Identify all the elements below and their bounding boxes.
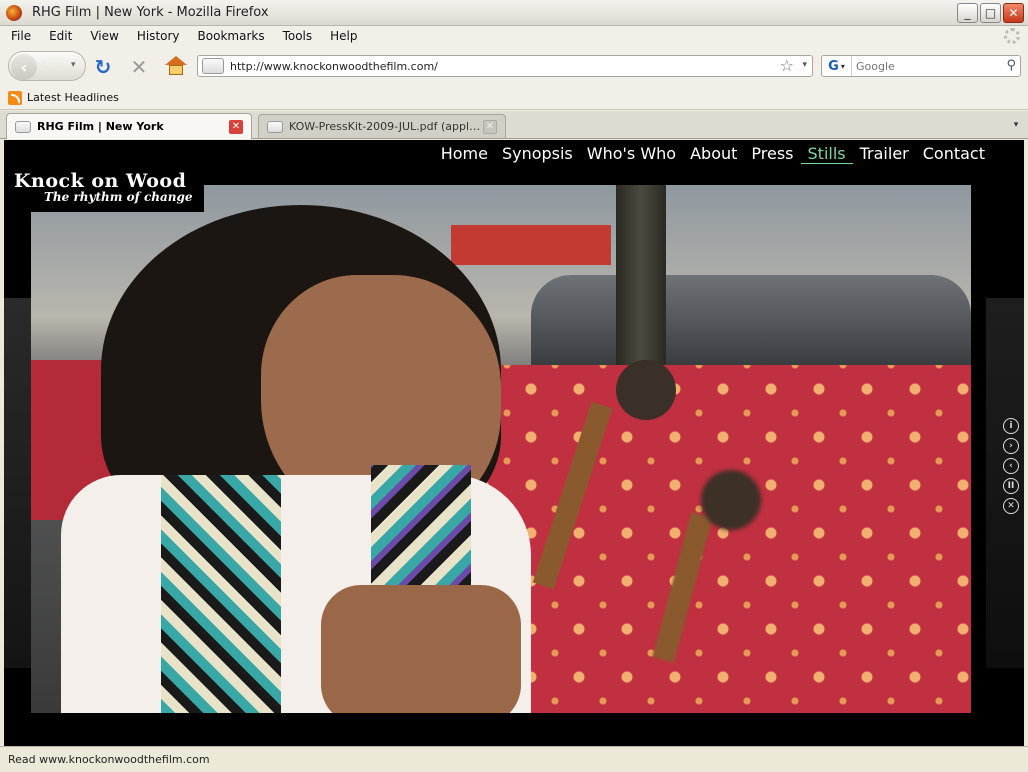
url-text[interactable]: http://www.knockonwoodthefilm.com/ bbox=[230, 60, 438, 73]
home-button[interactable] bbox=[164, 55, 188, 77]
photo-mallet-2 bbox=[701, 470, 761, 530]
bookmark-latest-headlines[interactable]: Latest Headlines bbox=[27, 91, 119, 104]
menu-file[interactable]: File bbox=[0, 29, 38, 43]
url-bar[interactable]: http://www.knockonwoodthefilm.com/ ☆ ▾ bbox=[197, 55, 813, 77]
page-icon bbox=[15, 120, 31, 133]
url-dropdown-icon[interactable]: ▾ bbox=[802, 60, 807, 70]
photo-mallet-1 bbox=[616, 360, 676, 420]
engine-dropdown-icon: ▾ bbox=[840, 61, 845, 71]
logo-tagline: The rhythm of change bbox=[44, 190, 193, 204]
forward-button[interactable]: › bbox=[43, 56, 49, 72]
minimize-button[interactable]: _ bbox=[957, 3, 978, 23]
prev-icon[interactable]: ‹ bbox=[1003, 458, 1019, 474]
list-all-tabs-icon[interactable]: ▾ bbox=[1008, 116, 1024, 134]
tab-close-icon[interactable]: ✕ bbox=[483, 119, 497, 134]
next-icon[interactable]: › bbox=[1003, 438, 1019, 454]
home-icon-body bbox=[169, 65, 183, 75]
tab-label: KOW-PressKit-2009-JUL.pdf (applicatio... bbox=[289, 120, 483, 133]
nav-home[interactable]: Home bbox=[434, 144, 495, 164]
tab-label: RHG Film | New York bbox=[37, 120, 164, 133]
stop-button[interactable]: ✕ bbox=[128, 55, 150, 79]
page-content: Knock on Wood The rhythm of change Home … bbox=[4, 140, 1024, 746]
window-controls: _ □ ✕ bbox=[957, 3, 1024, 23]
pause-icon[interactable]: II bbox=[1003, 478, 1019, 494]
status-text: Read www.knockonwoodthefilm.com bbox=[8, 753, 210, 766]
search-input[interactable] bbox=[856, 59, 996, 73]
still-photo[interactable] bbox=[31, 185, 971, 713]
menu-bar: File Edit View History Bookmarks Tools H… bbox=[0, 26, 1028, 46]
home-icon bbox=[165, 56, 187, 65]
throbber-icon bbox=[1004, 28, 1020, 44]
photo-drummer bbox=[61, 205, 531, 713]
menu-edit[interactable]: Edit bbox=[38, 29, 79, 43]
back-button[interactable]: ‹ bbox=[11, 54, 37, 80]
rss-icon bbox=[8, 90, 22, 105]
menu-help[interactable]: Help bbox=[319, 29, 364, 43]
back-forward-group: ‹ › ▾ bbox=[8, 51, 86, 81]
menu-bookmarks[interactable]: Bookmarks bbox=[187, 29, 272, 43]
info-icon[interactable]: i bbox=[1003, 418, 1019, 434]
firefox-icon bbox=[6, 4, 22, 21]
site-identity-icon[interactable] bbox=[202, 58, 224, 74]
logo-title: Knock on Wood bbox=[14, 170, 187, 192]
slideshow-controls: i › ‹ II ✕ bbox=[1003, 418, 1019, 514]
nav-whos-who[interactable]: Who's Who bbox=[580, 144, 683, 164]
photo-pole bbox=[616, 185, 666, 375]
nav-trailer[interactable]: Trailer bbox=[853, 144, 916, 164]
photo-vest-left bbox=[161, 475, 281, 713]
site-nav: Home Synopsis Who's Who About Press Stil… bbox=[434, 144, 992, 164]
page-icon bbox=[267, 120, 283, 133]
history-dropdown-icon[interactable]: ▾ bbox=[71, 60, 76, 70]
search-engine-button[interactable]: G ▾ bbox=[822, 56, 852, 76]
menu-history[interactable]: History bbox=[126, 29, 187, 43]
maximize-button[interactable]: □ bbox=[980, 3, 1001, 23]
photo-arms bbox=[321, 585, 521, 713]
bookmark-star-icon[interactable]: ☆ bbox=[780, 56, 794, 75]
window-title: RHG Film | New York - Mozilla Firefox bbox=[32, 5, 269, 20]
nav-about[interactable]: About bbox=[683, 144, 744, 164]
google-icon: G bbox=[828, 58, 839, 74]
tab-rhg-film[interactable]: RHG Film | New York ✕ bbox=[6, 113, 252, 139]
nav-contact[interactable]: Contact bbox=[916, 144, 992, 164]
navigation-toolbar: ‹ › ▾ ↻ ✕ http://www.knockonwoodthefilm.… bbox=[0, 46, 1028, 86]
menu-view[interactable]: View bbox=[79, 29, 125, 43]
search-icon[interactable]: ⚲ bbox=[1006, 58, 1016, 73]
previous-still-edge bbox=[4, 298, 31, 668]
reload-button[interactable]: ↻ bbox=[92, 55, 114, 79]
menu-tools[interactable]: Tools bbox=[272, 29, 320, 43]
tab-close-icon[interactable]: ✕ bbox=[229, 119, 243, 134]
close-window-button[interactable]: ✕ bbox=[1003, 3, 1024, 23]
tab-bar: RHG Film | New York ✕ KOW-PressKit-2009-… bbox=[0, 111, 1028, 139]
window-titlebar: RHG Film | New York - Mozilla Firefox _ … bbox=[0, 0, 1028, 26]
close-icon[interactable]: ✕ bbox=[1003, 498, 1019, 514]
search-bar: G▾ ⚲ bbox=[821, 55, 1021, 77]
nav-press[interactable]: Press bbox=[744, 144, 800, 164]
site-logo[interactable]: Knock on Wood The rhythm of change bbox=[8, 168, 204, 212]
nav-stills[interactable]: Stills bbox=[800, 144, 853, 164]
bookmarks-toolbar: Latest Headlines bbox=[0, 86, 1028, 110]
nav-synopsis[interactable]: Synopsis bbox=[495, 144, 580, 164]
status-bar: Read www.knockonwoodthefilm.com bbox=[0, 746, 1028, 772]
tab-presskit-pdf[interactable]: KOW-PressKit-2009-JUL.pdf (applicatio...… bbox=[258, 114, 506, 138]
